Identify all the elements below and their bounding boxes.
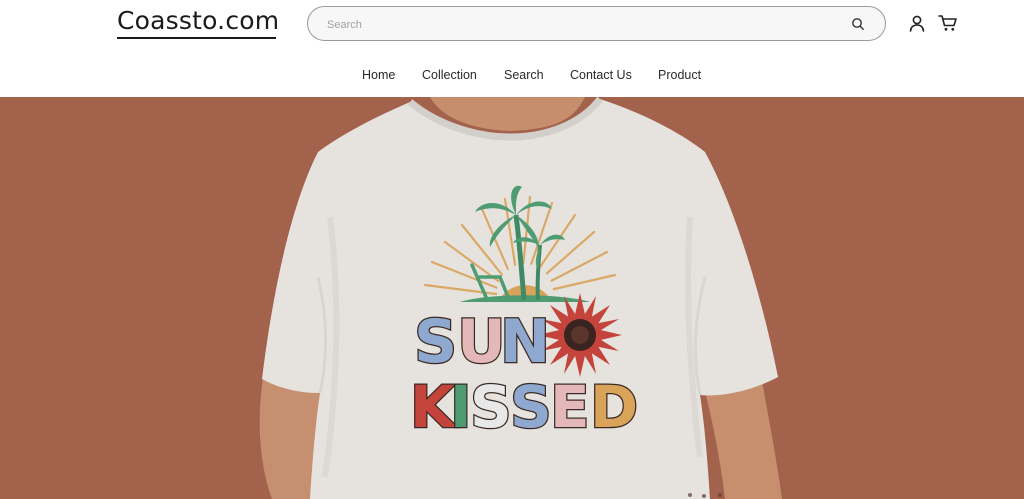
cart-icon[interactable] bbox=[938, 14, 958, 32]
nav-item-home[interactable]: Home bbox=[362, 68, 395, 82]
page: Coassto.com Home bbox=[0, 0, 1024, 499]
nav-item-collection[interactable]: Collection bbox=[422, 68, 477, 82]
site-header: Coassto.com Home bbox=[0, 0, 1024, 97]
print-letter-s2: S bbox=[510, 373, 552, 441]
print-letter-n: N bbox=[500, 307, 550, 377]
account-icon[interactable] bbox=[908, 14, 926, 32]
print-letter-d: D bbox=[590, 373, 638, 441]
search-bar bbox=[307, 6, 886, 41]
site-logo[interactable]: Coassto.com bbox=[117, 6, 279, 36]
print-letter-e: E bbox=[550, 373, 590, 441]
nav-item-contact-us[interactable]: Contact Us bbox=[570, 68, 632, 82]
print-letter-s: S bbox=[414, 307, 457, 377]
nav-item-product[interactable]: Product bbox=[658, 68, 701, 82]
search-icon[interactable] bbox=[851, 17, 865, 31]
print-letter-s1: S bbox=[470, 373, 512, 441]
logo-underline bbox=[117, 37, 276, 39]
main-nav: Home Collection Search Contact Us Produc… bbox=[0, 68, 1024, 86]
print-letter-u: U bbox=[457, 307, 506, 377]
nav-item-search[interactable]: Search bbox=[504, 68, 544, 82]
search-input[interactable] bbox=[325, 14, 829, 36]
print-letter-i: I bbox=[450, 373, 472, 441]
hero-image: S U N K I S S E D bbox=[0, 97, 1024, 499]
hero-banner[interactable]: S U N K I S S E D bbox=[0, 97, 1024, 499]
